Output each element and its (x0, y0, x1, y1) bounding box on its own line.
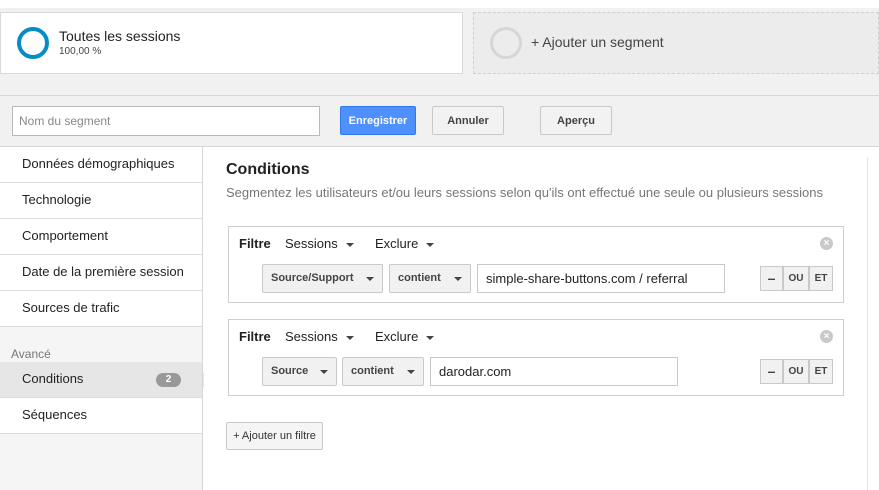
filter-label: Filtre (239, 329, 271, 344)
sidebar-item-sequences[interactable]: Séquences (0, 398, 202, 434)
filter-mode-dropdown[interactable]: Exclure (375, 329, 435, 344)
filter-value-input[interactable]: simple-share-buttons.com / referral (477, 264, 725, 293)
segment-bar: Toutes les sessions 100,00 % + Ajouter u… (0, 0, 879, 95)
and-button[interactable]: ET (809, 266, 833, 291)
filter-label: Filtre (239, 236, 271, 251)
top-strip (0, 0, 879, 8)
add-segment-button[interactable]: + Ajouter un segment (473, 12, 879, 74)
chevron-down-icon (426, 335, 435, 340)
segment-title: Toutes les sessions (59, 28, 181, 44)
filter-mode-value: Exclure (375, 236, 419, 251)
chevron-down-icon (366, 277, 374, 281)
add-segment-label: + Ajouter un segment (531, 34, 664, 50)
segment-editor-header: Enregistrer Annuler Aperçu (0, 95, 879, 147)
operator-value: contient (398, 272, 441, 284)
preview-button[interactable]: Aperçu (540, 106, 612, 135)
operator-select[interactable]: contient (389, 264, 471, 293)
chevron-down-icon (426, 242, 435, 247)
dimension-value: Source (271, 365, 309, 377)
sidebar-item-behavior[interactable]: Comportement (0, 219, 202, 255)
filter-scope-dropdown[interactable]: Sessions (285, 329, 354, 344)
sidebar-item-label: Conditions (22, 371, 84, 386)
and-button[interactable]: ET (809, 359, 833, 384)
cancel-button[interactable]: Annuler (432, 106, 504, 135)
segment-card-all-sessions[interactable]: Toutes les sessions 100,00 % (0, 12, 463, 74)
remove-condition-button[interactable]: – (760, 266, 783, 291)
sidebar-item-demographics[interactable]: Données démographiques (0, 147, 202, 183)
or-button[interactable]: OU (783, 359, 809, 384)
remove-condition-button[interactable]: – (760, 359, 783, 384)
filter-box: Filtre Sessions Exclure × Source contien… (228, 319, 844, 396)
save-button[interactable]: Enregistrer (340, 106, 416, 135)
operator-select[interactable]: contient (342, 357, 424, 386)
sidebar-item-technology[interactable]: Technologie (0, 183, 202, 219)
remove-filter-icon[interactable]: × (820, 330, 833, 343)
sidebar-item-first-session-date[interactable]: Date de la première session (0, 255, 202, 291)
dimension-select[interactable]: Source/Support (262, 264, 383, 293)
conditions-count-badge: 2 (156, 373, 181, 387)
chevron-down-icon (407, 370, 415, 374)
scrollbar[interactable] (867, 158, 879, 490)
sidebar-item-conditions[interactable]: Conditions 2 (0, 362, 212, 398)
segment-sidebar: Données démographiques Technologie Compo… (0, 147, 212, 490)
dimension-select[interactable]: Source (262, 357, 337, 386)
chevron-down-icon (454, 277, 462, 281)
add-filter-button[interactable]: + Ajouter un filtre (226, 422, 323, 450)
filter-box: Filtre Sessions Exclure × Source/Support… (228, 226, 844, 303)
filter-scope-value: Sessions (285, 329, 338, 344)
filter-scope-value: Sessions (285, 236, 338, 251)
chevron-down-icon (320, 370, 328, 374)
sidebar-item-traffic-sources[interactable]: Sources de trafic (0, 291, 202, 327)
filter-mode-value: Exclure (375, 329, 419, 344)
chevron-down-icon (345, 242, 354, 247)
segment-name-input[interactable] (12, 106, 320, 136)
operator-value: contient (351, 365, 394, 377)
segment-ring-icon (17, 27, 49, 59)
or-button[interactable]: OU (783, 266, 809, 291)
sidebar-section-advanced: Avancé (11, 347, 51, 361)
chevron-down-icon (345, 335, 354, 340)
page-subtitle: Segmentez les utilisateurs et/ou leurs s… (226, 185, 823, 200)
filter-value-input[interactable]: darodar.com (430, 357, 678, 386)
segment-percent: 100,00 % (59, 46, 102, 57)
filter-scope-dropdown[interactable]: Sessions (285, 236, 354, 251)
remove-filter-icon[interactable]: × (820, 237, 833, 250)
page-title: Conditions (226, 161, 310, 178)
dimension-value: Source/Support (271, 272, 354, 284)
filter-mode-dropdown[interactable]: Exclure (375, 236, 435, 251)
empty-segment-ring-icon (490, 27, 522, 59)
